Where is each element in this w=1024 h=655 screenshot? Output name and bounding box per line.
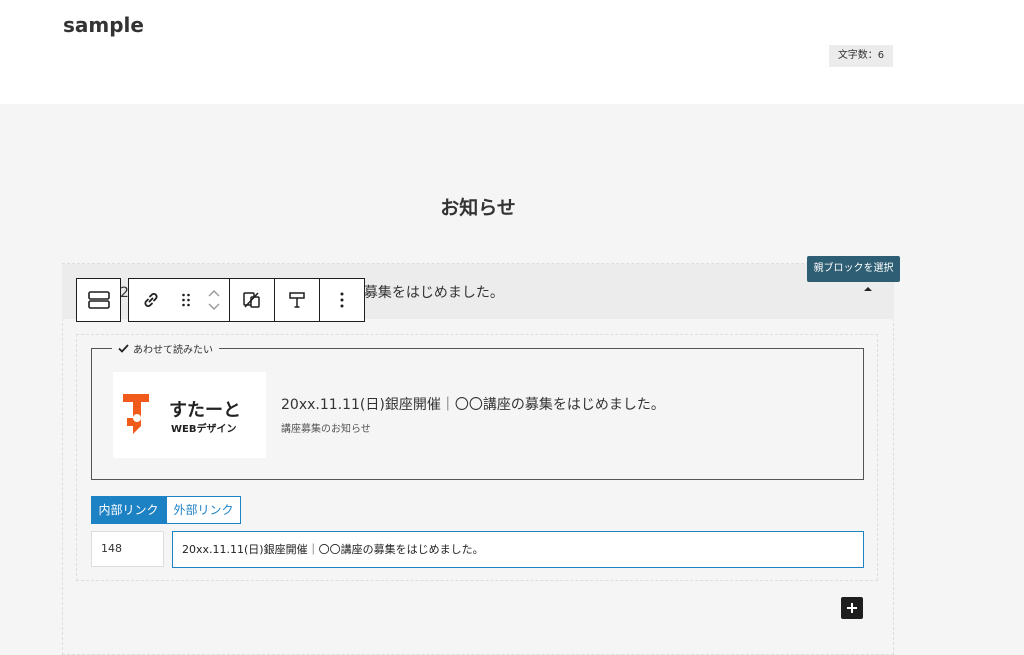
- block-type-button[interactable]: [76, 278, 121, 322]
- tab-internal-link[interactable]: 内部リンク: [91, 496, 166, 524]
- post-title-input[interactable]: 20xx.11.11(日)銀座開催｜〇〇講座の募集をはじめました。: [172, 531, 864, 568]
- move-buttons: [199, 279, 229, 321]
- block-toolbar: [128, 278, 365, 322]
- logo-sub-text: WEBデザイン: [171, 422, 236, 435]
- add-block-button[interactable]: [841, 597, 863, 619]
- toolbar-group-visibility: [230, 279, 275, 321]
- related-post-label-text: あわせて読みたい: [133, 344, 213, 356]
- related-post-excerpt: 講座募集のお知らせ: [281, 424, 371, 435]
- text-align-button[interactable]: [275, 279, 319, 321]
- section-heading[interactable]: お知らせ: [0, 193, 956, 220]
- select-parent-tooltip: 親ブロックを選択: [807, 256, 900, 282]
- toolbar-group-move: [129, 279, 230, 321]
- post-id-input[interactable]: 148: [91, 531, 164, 567]
- character-count-badge: 文字数：6: [829, 45, 893, 67]
- plus-icon: [847, 603, 857, 613]
- link-button[interactable]: [129, 279, 173, 321]
- drag-handle-icon: [182, 293, 190, 307]
- move-up-icon[interactable]: [208, 290, 220, 297]
- accordion-toggle-icon[interactable]: [864, 287, 872, 291]
- post-title[interactable]: sample: [63, 13, 144, 37]
- checkmark-icon: [118, 343, 129, 353]
- logo-main-text: すたーと: [169, 400, 241, 421]
- group-block-icon: [87, 291, 110, 309]
- drag-handle[interactable]: [173, 279, 199, 321]
- related-post-title[interactable]: 20xx.11.11(日)銀座開催｜〇〇講座の募集をはじめました。: [281, 394, 665, 414]
- toolbar-group-align: [275, 279, 320, 321]
- text-align-icon: [289, 292, 305, 308]
- toolbar-group-more: [320, 279, 364, 321]
- device-visibility-button[interactable]: [230, 279, 274, 321]
- site-logo: すたーと WEBデザイン: [123, 394, 241, 435]
- more-options-icon: [340, 292, 344, 308]
- related-post-thumbnail: すたーと WEBデザイン: [113, 372, 266, 458]
- more-options-button[interactable]: [320, 279, 364, 321]
- tab-external-link[interactable]: 外部リンク: [166, 496, 241, 524]
- link-icon: [144, 292, 158, 308]
- related-post-label: あわせて読みたい: [112, 340, 219, 356]
- move-down-icon[interactable]: [208, 303, 220, 310]
- device-visibility-icon: [243, 292, 260, 308]
